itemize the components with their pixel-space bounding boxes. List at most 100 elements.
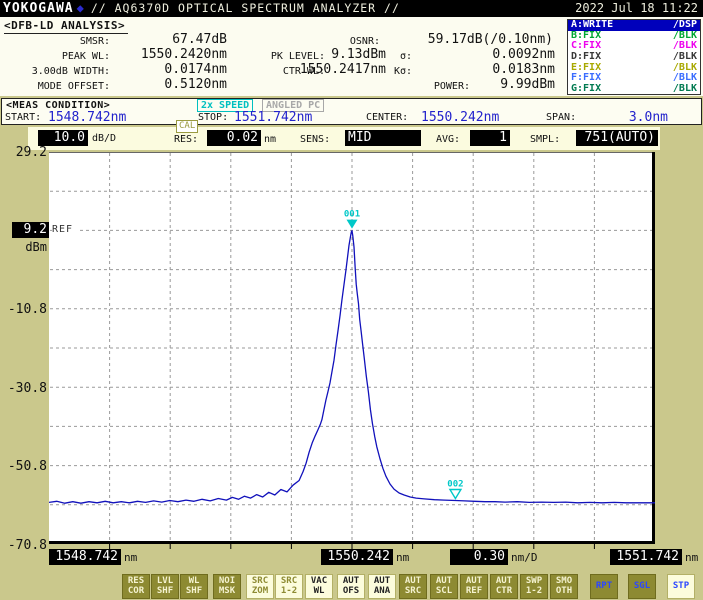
sens-label: SENS:: [300, 134, 330, 145]
softkey-res-cor[interactable]: RESCOR: [122, 574, 150, 599]
softkey-noi-msk[interactable]: NOIMSK: [213, 574, 241, 599]
softkey-line: AUT: [491, 576, 517, 586]
center-label: CENTER:: [366, 112, 408, 123]
x-per-div-box[interactable]: 0.30: [450, 549, 508, 565]
softkey-line: WL: [306, 586, 332, 596]
softkey-line: AUT: [369, 576, 395, 586]
x-center-box[interactable]: 1550.242: [321, 549, 393, 565]
res-value-box[interactable]: 0.02: [207, 130, 261, 146]
softkey-line: SHF: [181, 586, 207, 596]
stop-value[interactable]: 1551.742nm: [234, 110, 312, 125]
softkey-lvl-shf[interactable]: LVLSHF: [151, 574, 179, 599]
avg-value-box[interactable]: 1: [470, 130, 510, 146]
spectrum-plot[interactable]: 001 002: [49, 152, 655, 551]
trace-row-g[interactable]: G:FIX/BLK: [568, 83, 700, 94]
trace-display-mode: /BLK: [673, 84, 697, 94]
softkey-aut-ctr[interactable]: AUTCTR: [490, 574, 518, 599]
softkey-line: 1-2: [521, 586, 547, 596]
trace-row-a[interactable]: A:WRITE/DSP: [568, 20, 700, 31]
smpl-label: SMPL:: [530, 134, 560, 145]
trace-label: C:FIX: [571, 41, 601, 51]
softkey-aut-src[interactable]: AUTSRC: [399, 574, 427, 599]
softkey-swp-1-2[interactable]: SWP1-2: [520, 574, 548, 599]
x-scale-start: 1548.742 nm: [49, 549, 137, 565]
settings-strip: [28, 127, 660, 150]
center-value[interactable]: 1550.242nm: [421, 110, 499, 125]
ref-marker-text: REF: [52, 224, 77, 235]
analysis-header: <DFB-LD ANALYSIS>: [4, 19, 128, 34]
softkey-smo-oth[interactable]: SMOOTH: [550, 574, 578, 599]
softkey-src-1-2[interactable]: SRC1-2: [275, 574, 303, 599]
softkey-aut-ofs[interactable]: AUTOFS: [337, 574, 365, 599]
softkey-src-zom[interactable]: SRCZOM: [246, 574, 274, 599]
power-label: POWER:: [408, 78, 470, 94]
trace-label: A:WRITE: [571, 20, 613, 30]
trace-display-mode: /DSP: [673, 20, 697, 30]
mode-offset-label: MODE OFFSET:: [0, 78, 110, 94]
smsr-value: 67.47dB: [112, 33, 227, 47]
trace-row-f[interactable]: F:FIX/BLK: [568, 73, 700, 84]
x-stop-box[interactable]: 1551.742: [610, 549, 682, 565]
marker-002-label: 002: [447, 479, 463, 489]
sens-value-box[interactable]: MID: [345, 130, 421, 146]
trace-display-mode: /BLK: [673, 73, 697, 83]
analysis-panel: <DFB-LD ANALYSIS> SMSR: 67.47dB OSNR: 59…: [0, 17, 703, 96]
x-scale-stop: 1551.742 nm: [610, 549, 698, 565]
softkey-line: CTR: [491, 586, 517, 596]
x-scale-per-div: 0.30 nm/D: [450, 549, 538, 565]
trace-legend-panel: A:WRITE/DSPB:FIX/BLKC:FIX/BLKD:FIX/BLKE:…: [567, 19, 701, 95]
softkey-line: ANA: [369, 586, 395, 596]
softkey-rpt[interactable]: RPT: [590, 574, 618, 599]
datetime: 2022 Jul 18 11:22: [575, 0, 703, 17]
y-axis-label-m50: -50.8: [0, 459, 47, 474]
softkey-wl-shf[interactable]: WLSHF: [180, 574, 208, 599]
span-value[interactable]: 3.0nm: [602, 110, 668, 125]
pk-level-value: 9.13dBm: [280, 48, 386, 62]
start-value[interactable]: 1548.742nm: [48, 110, 126, 125]
trace-label: G:FIX: [571, 84, 601, 94]
level-scale-unit: dB/D: [92, 133, 116, 144]
softkey-line: SMO: [551, 576, 577, 586]
marker-001-label: 001: [344, 210, 360, 220]
level-scale-box[interactable]: 10.0: [38, 130, 88, 146]
softkey-line: COR: [123, 586, 149, 596]
softkey-line: SHF: [152, 586, 178, 596]
softkey-line: SRC: [276, 576, 302, 586]
y-axis-unit: dBm: [0, 240, 47, 254]
y-axis-label-m30: -30.8: [0, 381, 47, 396]
ksigma-label: Kσ:: [385, 63, 412, 79]
trace-label: E:FIX: [571, 63, 601, 73]
softkey-line: VAC: [306, 576, 332, 586]
peak-wl-label: PEAK WL:: [0, 48, 110, 64]
softkey-vac-wl[interactable]: VACWL: [305, 574, 333, 599]
softkey-line: 1-2: [276, 586, 302, 596]
softkey-aut-scl[interactable]: AUTSCL: [430, 574, 458, 599]
softkey-aut-ref[interactable]: AUTREF: [460, 574, 488, 599]
trace-row-d[interactable]: D:FIX/BLK: [568, 52, 700, 63]
softkey-line: AUT: [338, 576, 364, 586]
softkey-sgl[interactable]: SGL: [628, 574, 656, 599]
power-value: 9.99dBm: [470, 78, 555, 92]
smpl-value-box[interactable]: 751(AUTO): [576, 130, 658, 146]
x-start-unit: nm: [124, 551, 137, 564]
sigma-label: σ:: [385, 48, 412, 64]
trace-display-mode: /BLK: [673, 63, 697, 73]
trace-display-mode: /BLK: [673, 31, 697, 41]
trace-label: D:FIX: [571, 52, 601, 62]
softkey-line: AUT: [400, 576, 426, 586]
trace-label: B:FIX: [571, 31, 601, 41]
x-start-box[interactable]: 1548.742: [49, 549, 121, 565]
x-center-unit: nm: [396, 551, 409, 564]
softkey-aut-ana[interactable]: AUTANA: [368, 574, 396, 599]
ref-level-box[interactable]: 9.2: [12, 222, 49, 238]
softkey-line: STP: [668, 576, 694, 596]
softkey-line: AUT: [461, 576, 487, 586]
yokogawa-logo: YOKOGAWA: [0, 0, 74, 17]
softkey-stp[interactable]: STP: [667, 574, 695, 599]
softkey-line: SWP: [521, 576, 547, 586]
softkey-line: NOI: [214, 576, 240, 586]
res-unit: nm: [264, 134, 276, 145]
osa-screen: YOKOGAWA ◆ // AQ6370D OPTICAL SPECTRUM A…: [0, 0, 703, 600]
softkey-line: SRC: [247, 576, 273, 586]
trace-display-mode: /BLK: [673, 41, 697, 51]
